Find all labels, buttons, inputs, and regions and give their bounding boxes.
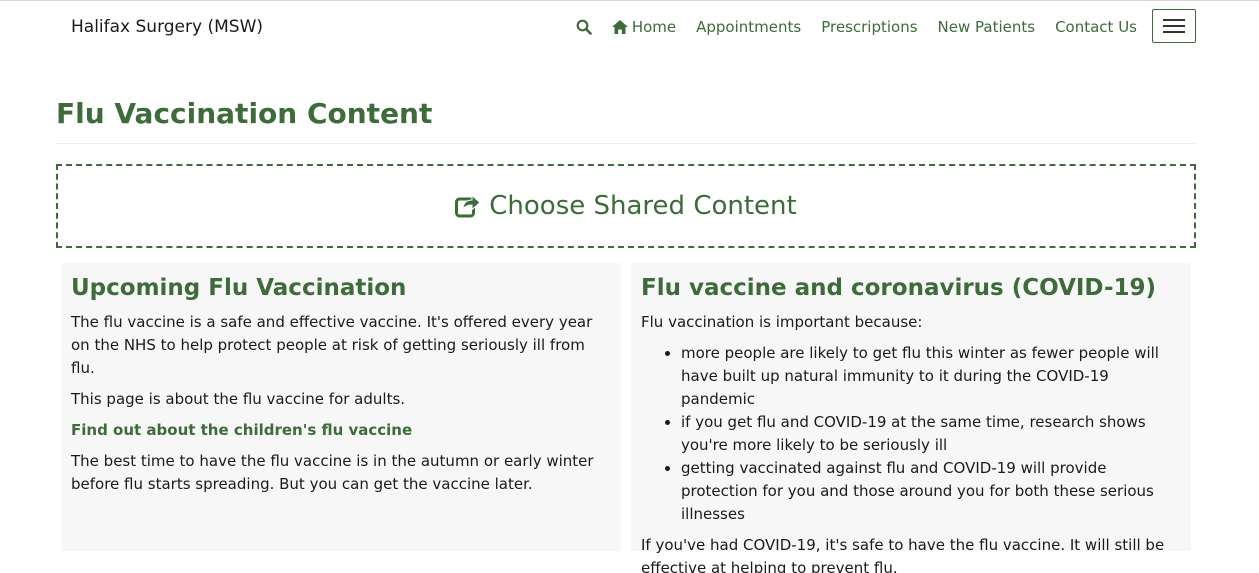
children-flu-link[interactable]: Find out about the children's flu vaccin… bbox=[71, 419, 611, 442]
panel-paragraph: If you've had COVID-19, it's safe to hav… bbox=[641, 536, 1165, 573]
home-icon bbox=[611, 20, 628, 34]
panel-paragraph: Flu vaccination is important because: bbox=[641, 313, 923, 331]
share-icon bbox=[455, 194, 482, 218]
menu-bar bbox=[1163, 25, 1185, 27]
nav-appointments[interactable]: Appointments bbox=[696, 18, 801, 36]
upcoming-flu-panel: Upcoming Flu Vaccination The flu vaccine… bbox=[61, 263, 621, 551]
divider bbox=[56, 143, 1196, 144]
shared-content-label: Choose Shared Content bbox=[489, 191, 797, 221]
reasons-list: more people are likely to get flu this w… bbox=[681, 342, 1181, 526]
search-icon[interactable] bbox=[576, 19, 592, 35]
panel-heading: Upcoming Flu Vaccination bbox=[71, 275, 407, 301]
menu-icon[interactable] bbox=[1152, 9, 1196, 43]
nav-contact-us[interactable]: Contact Us bbox=[1055, 18, 1137, 36]
panel-paragraph: This page is about the flu vaccine for a… bbox=[71, 390, 406, 408]
list-item: getting vaccinated against flu and COVID… bbox=[681, 457, 1181, 526]
nav-new-patients[interactable]: New Patients bbox=[938, 18, 1036, 36]
choose-shared-content-button[interactable]: Choose Shared Content bbox=[56, 164, 1196, 248]
list-item: if you get flu and COVID-19 at the same … bbox=[681, 411, 1181, 457]
list-item: more people are likely to get flu this w… bbox=[681, 342, 1181, 411]
site-brand[interactable]: Halifax Surgery (MSW) bbox=[71, 17, 263, 37]
nav-links: Home Appointments Prescriptions New Pati… bbox=[576, 18, 1137, 36]
nav-home[interactable]: Home bbox=[611, 18, 677, 36]
panel-paragraph: The best time to have the flu vaccine is… bbox=[71, 452, 594, 493]
flu-covid-panel: Flu vaccine and coronavirus (COVID-19) F… bbox=[631, 263, 1191, 573]
menu-bar bbox=[1163, 31, 1185, 33]
menu-bar bbox=[1163, 19, 1185, 21]
nav-home-label: Home bbox=[631, 18, 677, 36]
page-title: Flu Vaccination Content bbox=[56, 97, 433, 130]
panel-paragraph: The flu vaccine is a safe and effective … bbox=[71, 313, 593, 377]
nav-prescriptions[interactable]: Prescriptions bbox=[821, 18, 917, 36]
navbar: Halifax Surgery (MSW) Home Appointments … bbox=[0, 1, 1259, 55]
panel-heading: Flu vaccine and coronavirus (COVID-19) bbox=[641, 275, 1157, 301]
